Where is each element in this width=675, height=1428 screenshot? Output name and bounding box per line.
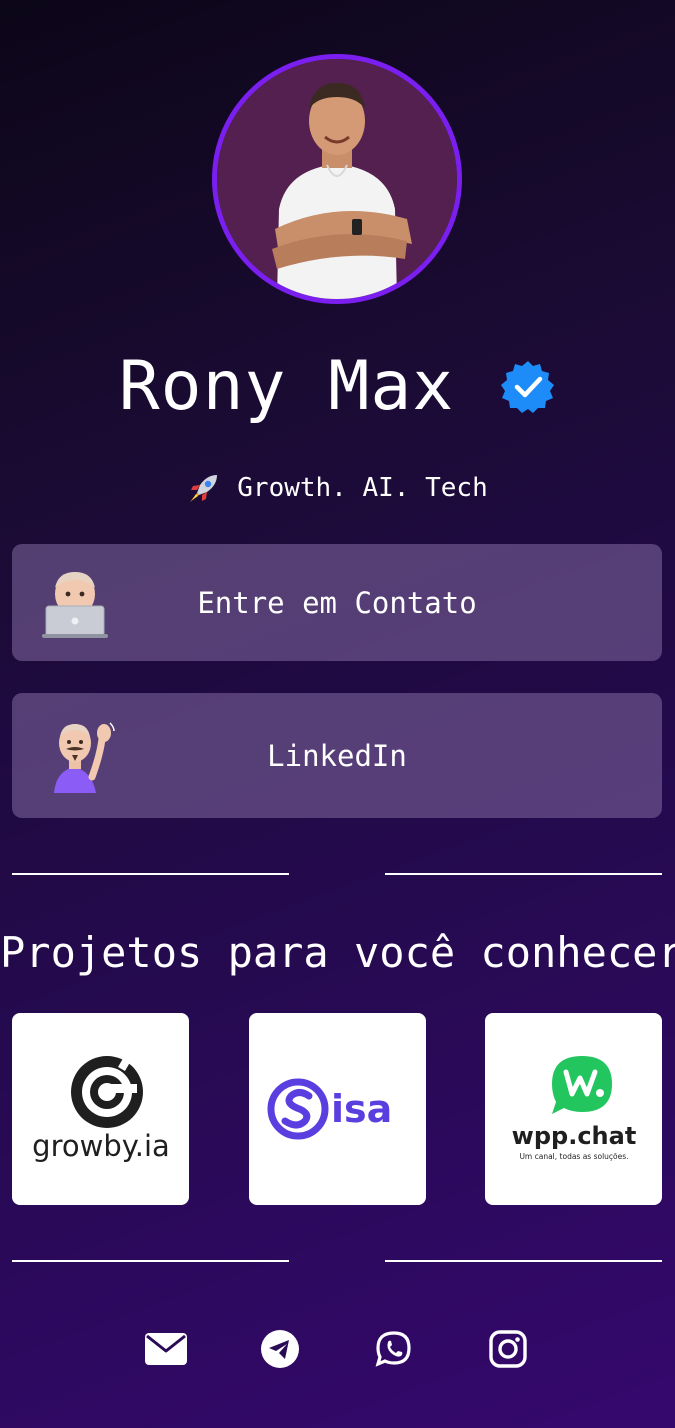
telegram-link[interactable] bbox=[257, 1326, 303, 1372]
profile-name: Rony Max bbox=[118, 347, 455, 426]
divider-left-bottom bbox=[12, 1260, 289, 1262]
verified-badge-icon bbox=[501, 361, 555, 413]
avatar-photo bbox=[217, 59, 457, 299]
profile-tagline: Growth. AI. Tech bbox=[237, 473, 488, 503]
isa-wordmark: isa bbox=[331, 1087, 392, 1131]
linkedin-button[interactable]: LinkedIn bbox=[12, 693, 662, 818]
growby-wordmark: growby.ia bbox=[32, 1129, 170, 1163]
divider-right-bottom bbox=[385, 1260, 662, 1262]
project-card-wppchat[interactable]: wpp.chat Um canal, todas as soluções. bbox=[485, 1013, 662, 1205]
contact-button-label: Entre em Contato bbox=[197, 585, 477, 620]
profile-header: Rony Max bbox=[0, 342, 675, 432]
telegram-icon bbox=[261, 1330, 299, 1368]
profile-tagline-row: Growth. AI. Tech bbox=[0, 466, 675, 510]
instagram-link[interactable] bbox=[485, 1326, 531, 1372]
rocket-icon bbox=[190, 475, 218, 502]
wppchat-tagline: Um canal, todas as soluções. bbox=[519, 1152, 628, 1161]
divider-left bbox=[12, 873, 289, 875]
profile-avatar bbox=[212, 54, 462, 304]
social-links bbox=[0, 1326, 675, 1376]
growby-logo: growby.ia bbox=[32, 1054, 170, 1163]
linkedin-button-label: LinkedIn bbox=[267, 738, 407, 773]
projects-title: Projetos para você conhecer bbox=[0, 928, 675, 977]
project-card-isa[interactable]: isa bbox=[249, 1013, 426, 1205]
email-icon bbox=[145, 1333, 187, 1365]
contact-button[interactable]: Entre em Contato bbox=[12, 544, 662, 661]
wppchat-logo: wpp.chat Um canal, todas as soluções. bbox=[511, 1056, 636, 1161]
wppchat-wordmark: wpp.chat bbox=[511, 1122, 636, 1150]
whatsapp-link[interactable] bbox=[371, 1326, 417, 1372]
project-card-growby[interactable]: growby.ia bbox=[12, 1013, 189, 1205]
email-link[interactable] bbox=[143, 1326, 189, 1372]
whatsapp-icon bbox=[375, 1331, 411, 1367]
divider-right bbox=[385, 873, 662, 875]
isa-logo: isa bbox=[267, 1078, 392, 1140]
instagram-icon bbox=[489, 1330, 527, 1368]
